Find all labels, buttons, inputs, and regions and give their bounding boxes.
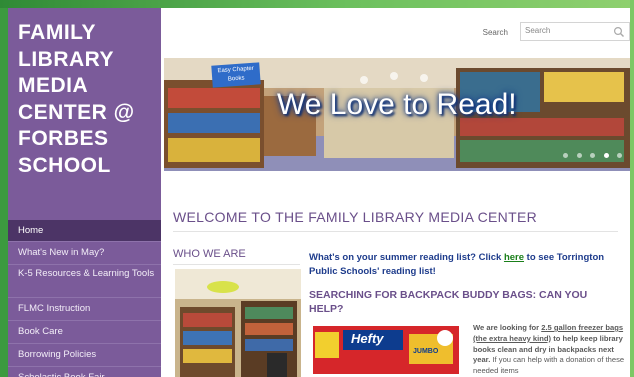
slider-dot[interactable]	[576, 153, 582, 158]
page-frame-top	[0, 0, 634, 8]
nav-item-book-care[interactable]: Book Care	[8, 321, 161, 344]
sidebar-nav: Home What's New in May? K-5 Resources & …	[8, 220, 161, 377]
hefty-bags-photo: Hefty JUMBO	[309, 320, 461, 377]
banner-headline: We Love to Read!	[277, 88, 517, 121]
hefty-jumbo-text: JUMBO	[413, 348, 439, 355]
summer-text-start: What's on your summer reading list? Clic…	[309, 252, 504, 263]
site-title-line: CENTER @	[18, 100, 135, 124]
backpack-text-end: If you can help with a donation of these…	[473, 355, 625, 376]
nav-item-home[interactable]: Home	[8, 220, 161, 242]
slider-dot-active[interactable]	[603, 153, 609, 158]
who-we-are-heading: WHO WE ARE	[173, 248, 246, 260]
search-placeholder: Search	[525, 26, 551, 35]
nav-item-flmc-instruction[interactable]: FLMC Instruction	[8, 298, 161, 321]
backpack-body-text: We are looking for 2.5 gallon freezer ba…	[473, 323, 628, 377]
main-content: Search Search Easy Chapter Books We Love…	[161, 8, 630, 377]
hefty-brand-text: Hefty	[351, 331, 384, 346]
summer-reading-link[interactable]: here	[504, 252, 524, 263]
site-title-line: SCHOOL	[18, 153, 111, 177]
slider-dot[interactable]	[590, 153, 596, 158]
hero-banner: Easy Chapter Books We Love to Read!	[164, 58, 630, 171]
slider-dots	[559, 145, 622, 163]
nav-item-k5-resources[interactable]: K-5 Resources & Learning Tools	[8, 265, 161, 298]
library-room-photo	[175, 269, 301, 377]
divider	[173, 264, 300, 265]
page-title: WELCOME TO THE FAMILY LIBRARY MEDIA CENT…	[173, 209, 537, 225]
site-title-line: MEDIA	[18, 74, 89, 97]
sidebar: FAMILY LIBRARY MEDIA CENTER @ FORBES SCH…	[8, 8, 161, 377]
banner-sign: Easy Chapter Books	[211, 62, 261, 88]
site-title[interactable]: FAMILY LIBRARY MEDIA CENTER @ FORBES SCH…	[18, 20, 161, 179]
page-frame-right	[630, 0, 634, 377]
backpack-text-start: We are looking for	[473, 323, 542, 332]
slider-dot[interactable]	[617, 153, 622, 158]
slider-dot[interactable]	[563, 153, 569, 158]
backpack-heading: SEARCHING FOR BACKPACK BUDDY BAGS: CAN Y…	[309, 289, 588, 315]
divider	[173, 231, 618, 232]
nav-item-borrowing-policies[interactable]: Borrowing Policies	[8, 344, 161, 367]
site-title-line: FAMILY	[18, 21, 97, 44]
summer-reading-text: What's on your summer reading list? Clic…	[309, 251, 614, 278]
site-title-line: LIBRARY	[18, 47, 115, 71]
nav-item-book-fair[interactable]: Scholastic Book Fair	[8, 367, 161, 377]
site-title-line: FORBES	[18, 127, 109, 150]
search-label: Search	[482, 28, 508, 37]
search-bar: Search Search	[430, 22, 630, 44]
nav-item-whats-new[interactable]: What's New in May?	[8, 242, 161, 265]
search-icon[interactable]	[613, 26, 625, 38]
search-input[interactable]: Search	[520, 22, 630, 41]
